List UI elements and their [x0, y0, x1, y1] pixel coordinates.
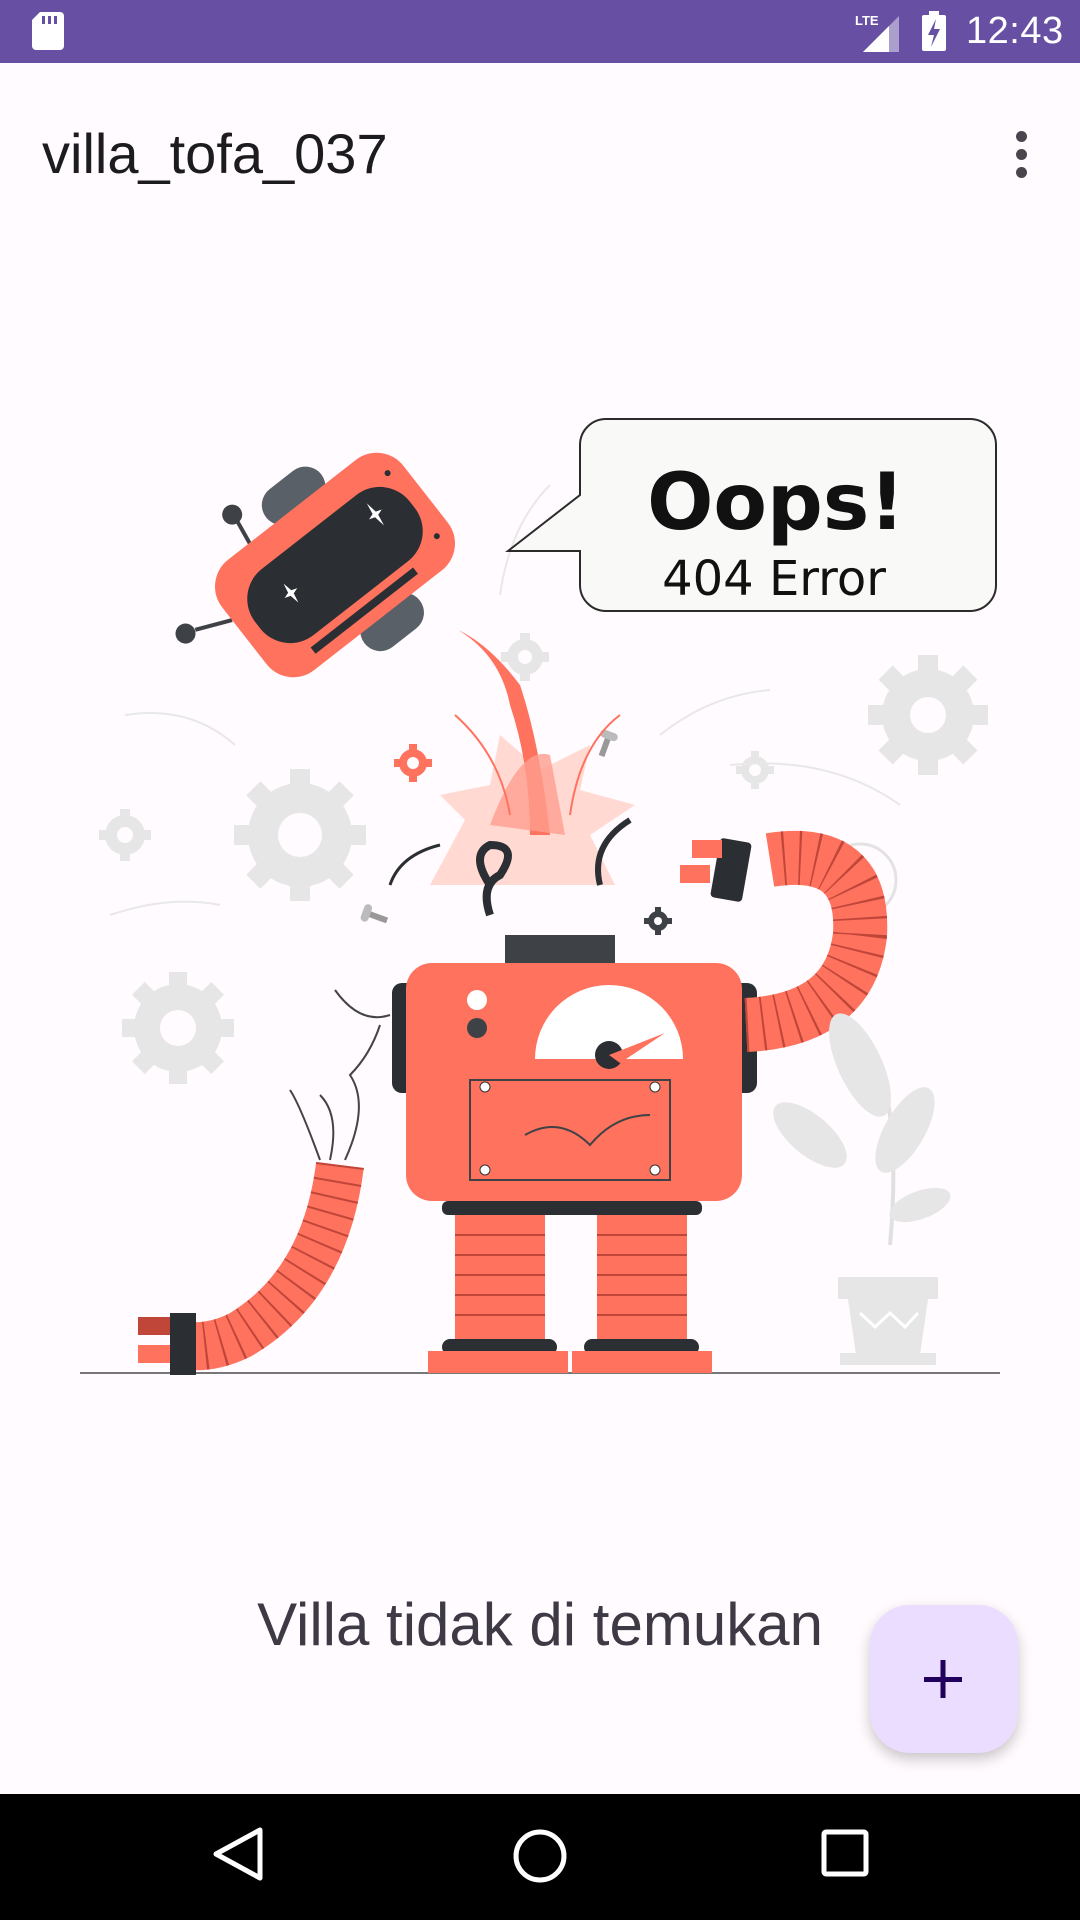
more-vert-icon — [1016, 131, 1027, 142]
robot-404-illustration: Oops! 404 Error — [80, 418, 1000, 1375]
more-options-button[interactable] — [1000, 119, 1044, 189]
clock: 12:43 — [966, 10, 1064, 52]
explosion — [388, 630, 635, 917]
plus-icon — [924, 1660, 962, 1698]
back-icon[interactable] — [210, 1824, 266, 1884]
app-bar: villa_tofa_037 — [0, 63, 1080, 233]
system-navigation-bar — [0, 1794, 1080, 1920]
plant — [773, 1013, 951, 1365]
status-bar: LTE 12:43 — [0, 0, 1080, 63]
bubble-title: Oops! — [647, 458, 905, 548]
bubble-subtitle: 404 Error — [662, 551, 886, 607]
svg-text:LTE: LTE — [855, 13, 879, 28]
add-villa-button[interactable] — [870, 1605, 1018, 1753]
more-vert-icon-dot — [1016, 149, 1027, 160]
lte-signal-icon: LTE — [855, 13, 899, 52]
sd-card-icon — [32, 12, 64, 50]
more-vert-icon-dot — [1016, 167, 1027, 178]
robot-body — [392, 935, 757, 1215]
speech-bubble: Oops! 404 Error — [505, 418, 997, 612]
robot-legs — [428, 1215, 712, 1373]
robot-head — [175, 452, 455, 678]
battery-charging-icon — [922, 11, 946, 51]
recents-icon[interactable] — [820, 1828, 870, 1878]
home-icon[interactable] — [510, 1826, 570, 1886]
page-title: villa_tofa_037 — [42, 122, 388, 185]
